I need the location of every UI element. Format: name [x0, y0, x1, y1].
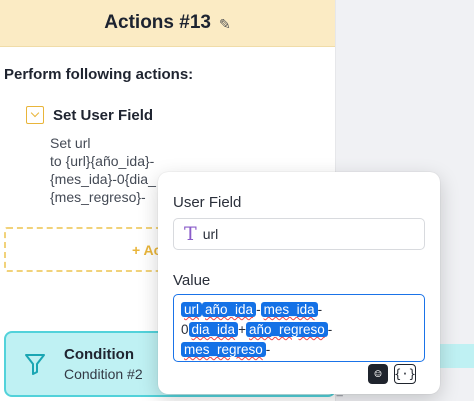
variable-chip[interactable]: url — [181, 302, 203, 317]
value-text: - — [327, 322, 333, 337]
text-type-icon: T — [184, 222, 197, 245]
variable-chip[interactable]: año_regreso — [245, 322, 328, 337]
emoji-icon[interactable]: ☺ — [368, 364, 388, 384]
value-editor[interactable]: url año_ida - mes_ida -0 dia_ida + año_regreso -… — [173, 294, 425, 362]
add-action-button[interactable]: + Ac — [4, 227, 174, 272]
set-user-field-action[interactable]: Set User Field — [26, 106, 153, 124]
condition-text: Condition Condition #2 — [64, 346, 143, 382]
editor-toolbar: ☺ {·} — [368, 364, 416, 384]
condition-subtitle: Condition #2 — [64, 366, 143, 382]
value-label: Value — [173, 272, 211, 289]
perform-actions-label: Perform following actions: — [4, 66, 194, 83]
card-header: Actions #13 ✎ — [0, 0, 335, 47]
variable-chip[interactable]: mes_regreso — [181, 342, 266, 357]
value-text: + — [238, 322, 246, 337]
card-title: Actions #13 — [104, 12, 211, 33]
pencil-edit-icon[interactable]: ✎ — [219, 16, 231, 33]
action-title: Set User Field — [53, 106, 154, 124]
condition-title: Condition — [64, 346, 134, 363]
value-text: - — [256, 302, 261, 317]
user-field-label: User Field — [173, 194, 242, 211]
filter-funnel-icon — [25, 354, 45, 375]
action-description: Set url to {url}{año_ida}- {mes_ida}-0{d… — [50, 134, 170, 206]
action-description-line: {mes_ida}-0{dia_ — [50, 171, 156, 187]
variable-chip[interactable]: dia_ida — [188, 322, 239, 337]
set-field-popover: User Field T url Value url año_ida - mes_id… — [158, 172, 440, 394]
variable-chip[interactable]: mes_ida — [260, 302, 318, 317]
user-field-value: url — [202, 226, 219, 242]
action-description-line: Set url — [50, 135, 91, 151]
user-field-input[interactable]: T url — [173, 218, 425, 250]
download-field-icon — [26, 106, 44, 124]
value-text: - — [265, 342, 271, 357]
action-description-line: to {url}{año_ida}- — [50, 153, 155, 169]
variable-chip[interactable]: año_ida — [202, 302, 257, 317]
variable-braces-icon[interactable]: {·} — [394, 364, 416, 384]
action-description-line: {mes_regreso}- — [50, 189, 146, 205]
